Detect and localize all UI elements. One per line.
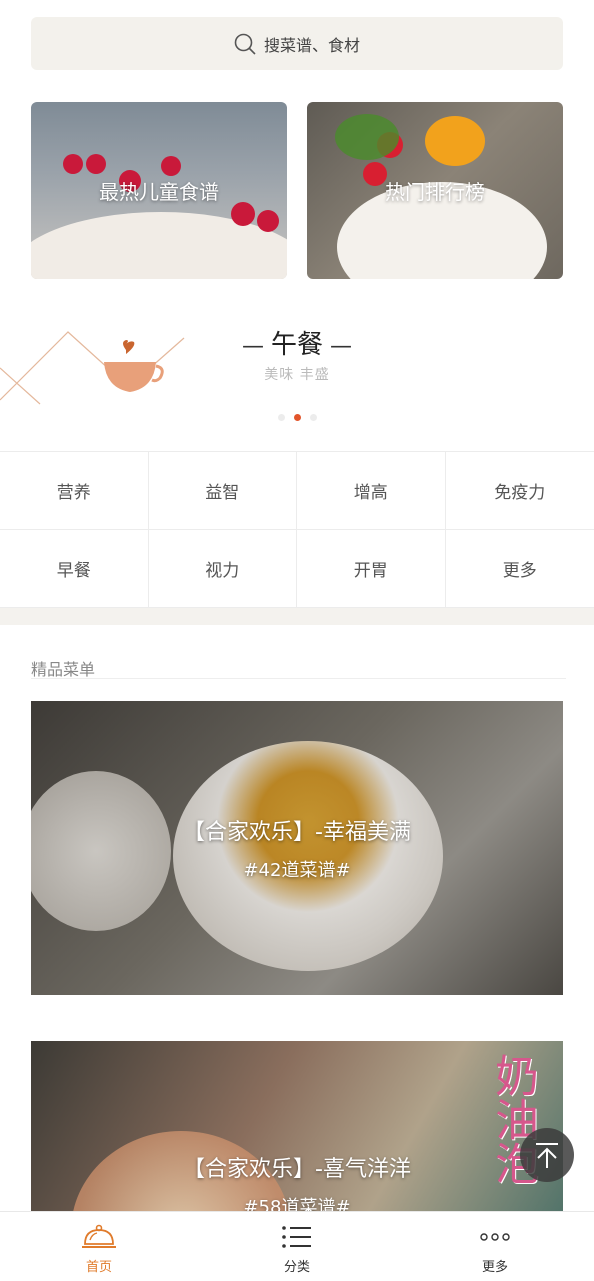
- banner-subtitle: 美味 丰盛: [0, 364, 594, 384]
- hot-ranking-label: 热门排行榜: [307, 102, 563, 279]
- category-nutrition[interactable]: 营养: [0, 452, 149, 530]
- meal-banner[interactable]: — 午餐 — 美味 丰盛: [0, 290, 594, 450]
- nav-more[interactable]: 更多: [396, 1212, 594, 1281]
- bottom-nav: 首页 分类 更多: [0, 1211, 594, 1281]
- arrow-up-icon: [532, 1140, 562, 1170]
- menu-card-title: 【合家欢乐】-幸福美满: [183, 814, 411, 846]
- carousel-dot-active[interactable]: [294, 414, 301, 421]
- search-icon: [234, 33, 256, 55]
- back-to-top-button[interactable]: [520, 1128, 574, 1182]
- cloche-icon: [80, 1222, 118, 1252]
- banner-title: 午餐: [271, 324, 323, 361]
- search-placeholder: 搜菜谱、食材: [264, 32, 360, 56]
- hot-ranking-card[interactable]: 热门排行榜: [307, 102, 563, 279]
- category-immunity[interactable]: 免疫力: [446, 452, 594, 530]
- category-grid: 营养 益智 增高 免疫力 早餐 视力 开胃 更多: [0, 451, 594, 609]
- kids-recipes-label: 最热儿童食谱: [31, 102, 287, 279]
- search-bar[interactable]: 搜菜谱、食材: [31, 17, 563, 70]
- list-icon: [281, 1224, 313, 1250]
- menu-card-title: 【合家欢乐】-喜气洋洋: [183, 1151, 411, 1183]
- nav-category[interactable]: 分类: [198, 1212, 396, 1281]
- menu-card[interactable]: 【合家欢乐】-幸福美满 #42道菜谱#: [31, 701, 563, 995]
- category-appetite[interactable]: 开胃: [297, 530, 446, 608]
- section-divider: [0, 608, 594, 625]
- section-title: 精品菜单: [31, 656, 95, 680]
- kids-recipes-card[interactable]: 最热儿童食谱: [31, 102, 287, 279]
- category-more[interactable]: 更多: [446, 530, 594, 608]
- nav-home[interactable]: 首页: [0, 1212, 198, 1281]
- category-intelligence[interactable]: 益智: [149, 452, 298, 530]
- carousel-dot[interactable]: [310, 414, 317, 421]
- category-vision[interactable]: 视力: [149, 530, 298, 608]
- carousel-dots: [0, 414, 594, 421]
- menu-card-count: #42道菜谱#: [243, 856, 350, 882]
- category-breakfast[interactable]: 早餐: [0, 530, 149, 608]
- carousel-dot[interactable]: [278, 414, 285, 421]
- category-height[interactable]: 增高: [297, 452, 446, 530]
- section-underline: [31, 678, 566, 679]
- nav-more-label: 更多: [482, 1256, 508, 1275]
- nav-home-label: 首页: [86, 1256, 112, 1275]
- more-dots-icon: [479, 1231, 511, 1243]
- nav-category-label: 分类: [284, 1256, 310, 1275]
